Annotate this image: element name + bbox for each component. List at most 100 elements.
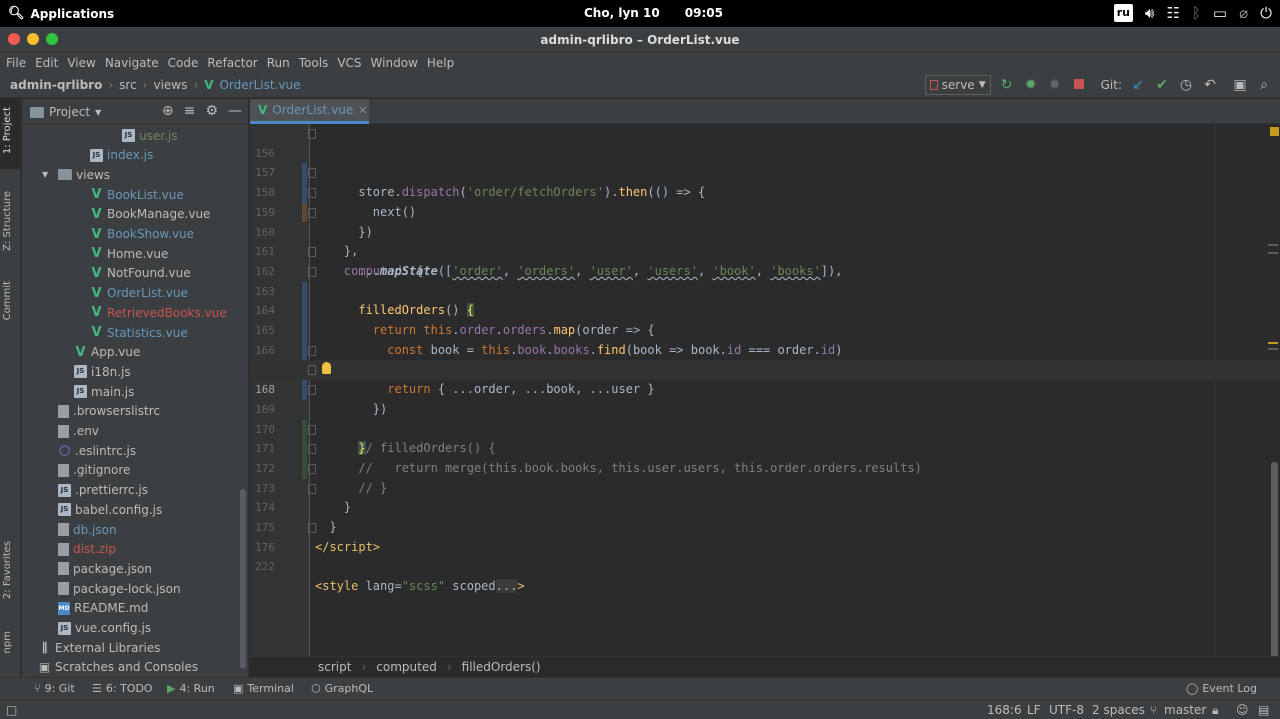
event-log-button[interactable]: ◯ Event Log: [1186, 682, 1257, 695]
tree-item[interactable]: V Home.vue: [90, 244, 168, 263]
tree-item[interactable]: JS babel.config.js: [58, 500, 162, 519]
memory-indicator-icon[interactable]: ▤: [1258, 703, 1269, 717]
code-line[interactable]: 163 return this.order.orders.map(order =…: [250, 262, 1280, 337]
search-everywhere-icon[interactable]: ⌕: [1256, 75, 1272, 95]
run-tool-button[interactable]: ▶ 4: Run: [167, 682, 215, 695]
coverage-icon[interactable]: ✹: [1047, 75, 1063, 95]
code-line[interactable]: 159 },: [250, 183, 1280, 258]
menu-view[interactable]: View: [67, 53, 100, 73]
tree-item[interactable]: V BookShow.vue: [90, 225, 194, 244]
git-branch[interactable]: master: [1164, 703, 1206, 717]
crumb-project[interactable]: admin-qrlibro: [10, 78, 102, 92]
bluetooth-icon[interactable]: ᛒ: [1192, 3, 1201, 23]
code-line[interactable]: 164 const book = this.book.books.find(bo…: [250, 282, 1280, 356]
code-line[interactable]: 171 // }: [250, 420, 1280, 495]
tree-item[interactable]: JS user.js: [122, 126, 177, 145]
tree-item[interactable]: package-lock.json: [58, 579, 181, 598]
no-wifi-icon[interactable]: ⌀: [1239, 3, 1248, 23]
toggle-tool-windows-icon[interactable]: □: [6, 703, 17, 717]
code-line[interactable]: 166 return { ...order, ...book, ...user …: [250, 321, 1280, 396]
layout-icon[interactable]: ▣: [1232, 75, 1248, 95]
favorites-tool-tab[interactable]: 2: Favorites: [2, 541, 13, 599]
project-tool-tab[interactable]: 1: Project: [2, 107, 13, 154]
npm-tool-tab[interactable]: npm: [2, 631, 13, 653]
todo-tool-button[interactable]: ☰ 6: TODO: [92, 682, 153, 695]
menu-edit[interactable]: Edit: [35, 53, 63, 73]
crumb-file[interactable]: OrderList.vue: [219, 78, 300, 92]
tree-item[interactable]: JS index.js: [90, 146, 153, 165]
file-encoding[interactable]: UTF-8: [1049, 703, 1084, 717]
crumb-views[interactable]: views: [153, 78, 187, 92]
tree-item[interactable]: V OrderList.vue: [90, 284, 188, 303]
tree-item[interactable]: dist.zip: [58, 540, 116, 559]
settings-gear-icon[interactable]: ⚙: [205, 103, 218, 119]
code-line[interactable]: 172 }: [250, 439, 1280, 514]
project-scrollbar[interactable]: [240, 489, 246, 669]
hide-panel-icon[interactable]: —: [228, 103, 242, 119]
tree-item[interactable]: V Statistics.vue: [90, 323, 187, 342]
code-editor[interactable]: 156 store.dispatch('order/fetchOrders').…: [250, 124, 1280, 656]
applications-menu[interactable]: 🔍︎ Applications: [8, 6, 114, 21]
caret-position[interactable]: 168:6: [987, 703, 1022, 717]
menu-tools[interactable]: Tools: [299, 53, 334, 73]
lightbulb-icon[interactable]: [322, 362, 331, 375]
keyboard-layout-indicator[interactable]: ru: [1113, 4, 1133, 22]
tree-item[interactable]: ○ .eslintrc.js: [58, 441, 136, 460]
code-line[interactable]: 167 }): [250, 341, 1280, 416]
code-line[interactable]: 157 next(): [250, 144, 1280, 218]
tree-item[interactable]: .gitignore: [58, 461, 130, 480]
code-line[interactable]: 176 <style lang="scss" scoped...>: [250, 518, 1280, 594]
line-separator[interactable]: LF: [1027, 703, 1041, 717]
tree-item[interactable]: JS i18n.js: [74, 362, 131, 381]
inspection-warning-icon[interactable]: [1270, 127, 1279, 136]
code-line[interactable]: 156 store.dispatch('order/fetchOrders').…: [250, 124, 1280, 199]
expand-arrow-icon[interactable]: ▼: [42, 170, 48, 179]
code-line[interactable]: 175: [250, 498, 1280, 534]
structure-tool-tab[interactable]: Z: Structure: [2, 191, 13, 251]
editor-scrollbar[interactable]: [1268, 124, 1280, 656]
tree-item[interactable]: JS vue.config.js: [58, 619, 151, 638]
debug-icon[interactable]: ✹: [1023, 75, 1039, 95]
crumb-computed[interactable]: computed: [376, 660, 437, 674]
tree-item[interactable]: .env: [58, 422, 99, 441]
tree-item[interactable]: package.json: [58, 559, 152, 578]
menu-run[interactable]: Run: [267, 53, 295, 73]
rerun-icon[interactable]: ↻: [999, 75, 1015, 95]
code-line[interactable]: 169 // filledOrders() {: [250, 380, 1280, 455]
power-icon[interactable]: ⏻: [1260, 3, 1272, 23]
code-line[interactable]: 173 }: [250, 459, 1280, 534]
menu-file[interactable]: File: [6, 53, 31, 73]
menu-help[interactable]: Help: [427, 53, 459, 73]
code-line[interactable]: 222: [250, 538, 1280, 573]
tree-item[interactable]: db.json: [58, 520, 117, 539]
tree-item[interactable]: V BookManage.vue: [90, 205, 210, 224]
tree-item[interactable]: JS .prettierrc.js: [58, 481, 148, 500]
code-line[interactable]: 174 </script>: [250, 479, 1280, 554]
close-tab-icon[interactable]: ✕: [358, 104, 367, 117]
locate-icon[interactable]: ⊕: [162, 103, 174, 119]
tree-item[interactable]: V App.vue: [74, 343, 140, 362]
tree-item[interactable]: JS main.js: [74, 382, 134, 401]
crumb-script[interactable]: script: [318, 660, 351, 674]
clock[interactable]: Cho, lyn 10 09:05: [584, 6, 723, 20]
commit-tool-tab[interactable]: Commit: [2, 281, 13, 320]
graphql-tool-button[interactable]: ⬡ GraphQL: [311, 682, 373, 695]
menu-window[interactable]: Window: [371, 53, 423, 73]
tree-item[interactable]: ▼ views: [42, 165, 110, 184]
tree-item[interactable]: ∥ External Libraries: [38, 638, 161, 657]
lock-icon[interactable]: 🔒︎: [1212, 703, 1218, 718]
tab-orderlist-vue[interactable]: V OrderList.vue ✕: [250, 99, 369, 124]
collapse-all-icon[interactable]: ≡: [184, 103, 196, 119]
git-commit-icon[interactable]: ✔: [1154, 75, 1170, 95]
volume-icon[interactable]: 🔊︎: [1145, 3, 1154, 23]
code-line[interactable]: 158 }): [250, 163, 1280, 239]
code-line[interactable]: 170 // return merge(this.book.books, thi…: [250, 400, 1280, 475]
crumb-src[interactable]: src: [119, 78, 137, 92]
crumb-filled-orders[interactable]: filledOrders(): [462, 660, 541, 674]
project-view-selector[interactable]: Project ▼: [30, 105, 101, 119]
tree-item[interactable]: .browserslistrc: [58, 402, 160, 421]
tree-item[interactable]: V BookList.vue: [90, 185, 183, 204]
code-line-current[interactable]: 168 }: [250, 360, 1280, 456]
terminal-tool-button[interactable]: ▣ Terminal: [233, 682, 294, 695]
git-tool-button[interactable]: ⑂ 9: Git: [34, 682, 75, 695]
